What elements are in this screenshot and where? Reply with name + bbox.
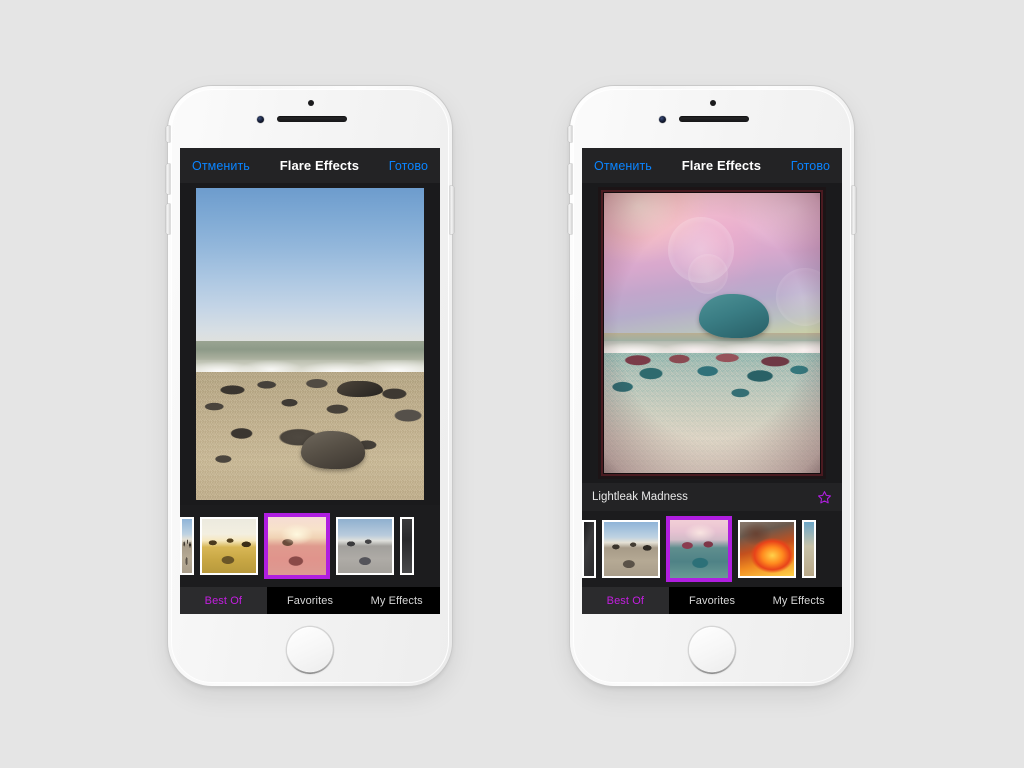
thumbnail-image <box>268 517 326 575</box>
navigation-bar: Отменить Flare Effects Готово <box>180 148 440 183</box>
volume-up-button[interactable] <box>568 204 572 234</box>
home-button[interactable] <box>287 627 333 673</box>
thumbnail-selected-pink-flare[interactable] <box>264 513 330 579</box>
volume-down-button[interactable] <box>166 164 170 194</box>
thumbnail-image <box>402 519 412 573</box>
iphone-device-left: Отменить Flare Effects Готово Best Of Fa… <box>166 86 454 686</box>
photo-lens-flare-2 <box>688 254 729 295</box>
earpiece-speaker <box>679 116 749 122</box>
volume-down-button[interactable] <box>568 164 572 194</box>
front-camera-icon <box>257 116 264 123</box>
photo-preview-area[interactable] <box>582 183 842 483</box>
silence-switch[interactable] <box>568 126 572 142</box>
thumbnail-image <box>740 522 794 576</box>
photo-large-rock <box>698 293 769 338</box>
tab-best-of[interactable]: Best Of <box>180 587 267 614</box>
volume-up-button[interactable] <box>166 204 170 234</box>
thumbnail-image <box>338 519 392 573</box>
photo-frame <box>598 187 826 479</box>
thumbnail-image <box>804 522 814 576</box>
earpiece-speaker <box>277 116 347 122</box>
effect-name-label: Lightleak Madness <box>592 491 688 503</box>
done-button[interactable]: Готово <box>791 159 830 173</box>
tab-bar: Best Of Favorites My Effects <box>180 587 440 614</box>
iphone-device-right: Отменить Flare Effects Готово Lightleak … <box>568 86 856 686</box>
tab-favorites[interactable]: Favorites <box>267 587 354 614</box>
effect-caption-bar: Lightleak Madness <box>582 483 842 511</box>
photo-dark-rock <box>337 381 384 398</box>
thumbnail-blue-gray[interactable] <box>336 517 394 575</box>
cancel-button[interactable]: Отменить <box>192 159 250 173</box>
device-screen-left: Отменить Flare Effects Готово Best Of Fa… <box>180 148 440 614</box>
home-button[interactable] <box>689 627 735 673</box>
thumbnail-selected-lightleak[interactable] <box>666 516 732 582</box>
photo-preview-area[interactable] <box>180 183 440 505</box>
tab-my-effects[interactable]: My Effects <box>755 587 842 614</box>
proximity-sensor-icon <box>710 100 716 106</box>
page-title: Flare Effects <box>681 158 762 173</box>
front-camera-icon <box>659 116 666 123</box>
lightleak-processed-photo <box>598 187 826 479</box>
device-screen-right: Отменить Flare Effects Готово Lightleak … <box>582 148 842 614</box>
navigation-bar: Отменить Flare Effects Готово <box>582 148 842 183</box>
original-beach-photo <box>196 188 424 500</box>
power-button[interactable] <box>450 186 454 234</box>
thumbnail-edge-right[interactable] <box>400 517 414 575</box>
photo-beach-gravel <box>603 352 821 474</box>
thumbnail-image <box>584 522 594 576</box>
proximity-sensor-icon <box>308 100 314 106</box>
cancel-button[interactable]: Отменить <box>594 159 652 173</box>
effects-thumbnail-strip[interactable] <box>180 505 440 587</box>
effects-thumbnail-strip[interactable] <box>582 511 842 587</box>
screenshot-canvas: Отменить Flare Effects Готово Best Of Fa… <box>0 0 1024 768</box>
photo-sky <box>196 188 424 344</box>
thumbnail-edge-right[interactable] <box>802 520 816 578</box>
silence-switch[interactable] <box>166 126 170 142</box>
tab-bar: Best Of Favorites My Effects <box>582 587 842 614</box>
tab-best-of[interactable]: Best Of <box>582 587 669 614</box>
thumbnail-original[interactable] <box>602 520 660 578</box>
tab-my-effects[interactable]: My Effects <box>353 587 440 614</box>
thumbnail-image <box>604 522 658 576</box>
thumbnail-fire[interactable] <box>738 520 796 578</box>
thumbnail-image <box>182 519 192 573</box>
photo-frame <box>196 188 424 500</box>
thumbnail-edge-left[interactable] <box>180 517 194 575</box>
tab-favorites[interactable]: Favorites <box>669 587 756 614</box>
photo-inner <box>603 192 821 474</box>
thumbnail-image <box>202 519 256 573</box>
thumbnail-image <box>670 520 728 578</box>
power-button[interactable] <box>852 186 856 234</box>
star-outline-icon <box>818 490 831 503</box>
photo-large-rock <box>300 431 365 470</box>
page-title: Flare Effects <box>279 158 360 173</box>
thumbnail-edge-left[interactable] <box>582 520 596 578</box>
favorite-star-button[interactable] <box>817 490 832 505</box>
done-button[interactable]: Готово <box>389 159 428 173</box>
thumbnail-golden[interactable] <box>200 517 258 575</box>
